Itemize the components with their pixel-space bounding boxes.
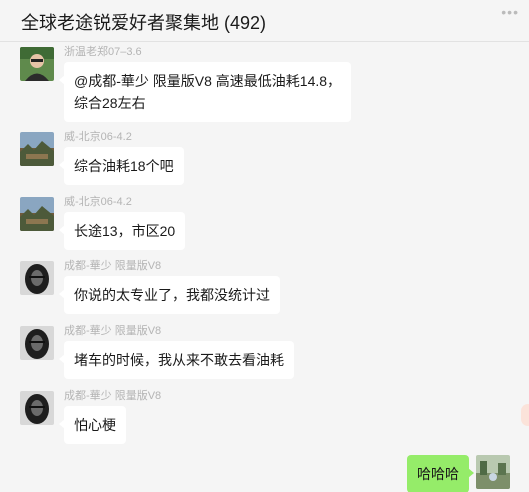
landscape-avatar[interactable]	[20, 132, 54, 166]
sender-name: 成都-華少 限量版V8	[64, 390, 162, 402]
message-line: 堵车的时候，我从来不敢去看油耗	[74, 352, 284, 368]
message-bubble[interactable]: @成都-華少 限量版V8 高速最低油耗14.8， 综合28左右	[58, 62, 352, 122]
message-bubble[interactable]: 你说的太专业了，我都没统计过	[59, 276, 280, 314]
dark-portrait-avatar[interactable]	[20, 326, 54, 360]
sender-name: 浙温老郑07–3.6	[64, 46, 142, 58]
message-line: 综合油耗18个吧	[74, 158, 174, 174]
chat-title: 全球老途锐爱好者聚集地 (492)	[21, 13, 267, 33]
message-line: 怕心梗	[74, 417, 116, 433]
message-line: 综合28左右	[74, 95, 146, 111]
landscape-avatar[interactable]	[20, 197, 54, 231]
sender-name: 成都-華少 限量版V8	[64, 325, 162, 337]
message-bubble[interactable]: 堵车的时候，我从来不敢去看油耗	[59, 341, 294, 379]
chat-header: 全球老途锐爱好者聚集地 (492) •••	[0, 0, 529, 42]
message-bubble[interactable]: 综合油耗18个吧	[59, 147, 184, 185]
floating-side-tab[interactable]	[521, 404, 529, 426]
message-bubble[interactable]: 长途13，市区20	[58, 212, 186, 250]
sender-name: 威-北京06-4.2	[64, 196, 132, 208]
dark-portrait-avatar[interactable]	[20, 261, 54, 295]
sender-name: 成都-華少 限量版V8	[64, 260, 162, 272]
message-line: 你说的太专业了，我都没统计过	[74, 287, 270, 303]
dark-portrait-avatar[interactable]	[20, 391, 54, 425]
more-options-icon[interactable]: •••	[501, 4, 519, 20]
person-photo-avatar[interactable]	[20, 47, 54, 81]
message-bubble[interactable]: 怕心梗	[59, 406, 126, 444]
my-message-bubble[interactable]: 哈哈哈	[407, 455, 474, 492]
scenery-avatar[interactable]	[476, 455, 510, 489]
sender-name: 威-北京06-4.2	[64, 131, 132, 143]
message-line: 长途13，市区20	[74, 223, 176, 239]
message-line: @成都-華少 限量版V8 高速最低油耗14.8，	[74, 73, 342, 89]
message-list[interactable]: 浙温老郑07–3.6 @成都-華少 限量版V8 高速最低油耗14.8， 综合28…	[0, 43, 529, 492]
